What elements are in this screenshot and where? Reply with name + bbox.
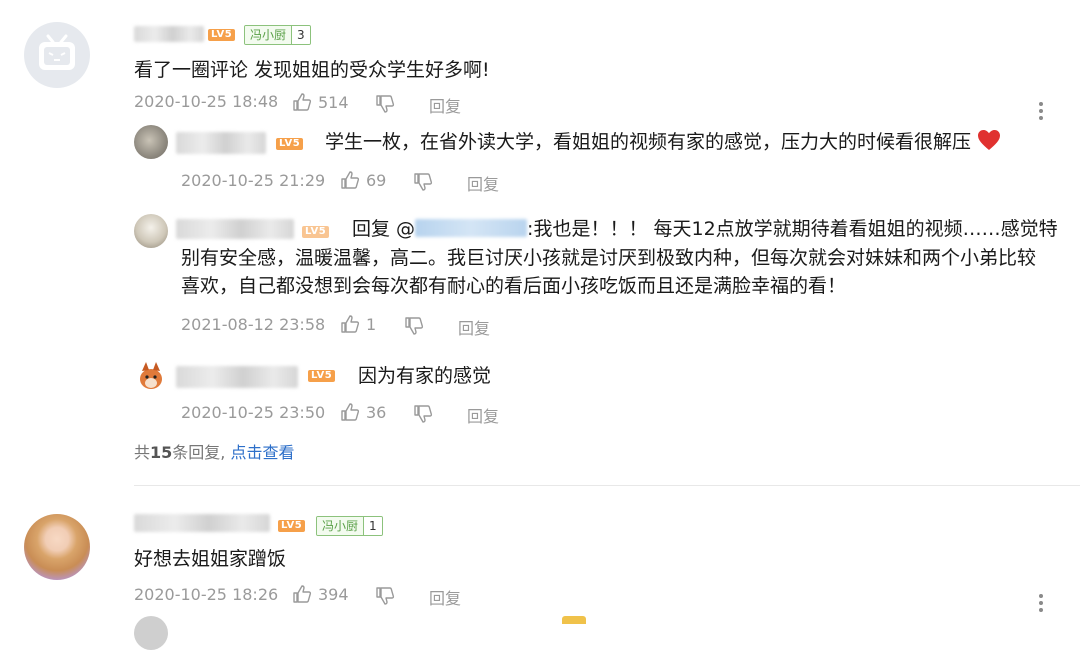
fan-badge[interactable]: 冯小厨 3 bbox=[244, 25, 311, 45]
thumb-down-icon[interactable] bbox=[375, 586, 395, 606]
level-badge: LV5 bbox=[302, 226, 330, 238]
reply-text: 学生一枚，在省外读大学，看姐姐的视频有家的感觉，压力大的时候看很解压 bbox=[325, 126, 1001, 158]
comment-divider bbox=[134, 485, 1080, 486]
username-redacted[interactable] bbox=[134, 26, 204, 42]
thumb-up-icon[interactable] bbox=[292, 92, 312, 112]
reply-text-content: :我也是！！！ 每天12点放学就期待着看姐姐的视频……感觉特 bbox=[527, 218, 1058, 240]
thumb-up-icon[interactable] bbox=[340, 170, 360, 190]
view-more-link[interactable]: 点击查看 bbox=[230, 443, 294, 462]
fan-badge-level: 3 bbox=[291, 26, 310, 44]
comment-text: 看了一圈评论 发现姐姐的受众学生好多啊! bbox=[134, 59, 490, 81]
more-vertical-icon[interactable] bbox=[1038, 594, 1044, 615]
username-redacted[interactable] bbox=[134, 514, 270, 532]
more-replies: 共15条回复, 点击查看 bbox=[134, 439, 294, 463]
fox-avatar-icon bbox=[140, 362, 162, 389]
thumb-up-icon[interactable] bbox=[292, 584, 312, 604]
comment-time: 2020-10-25 18:48 bbox=[134, 92, 279, 111]
thumb-down-icon[interactable] bbox=[404, 316, 424, 336]
thumb-down-icon[interactable] bbox=[375, 94, 395, 114]
more-vertical-icon[interactable] bbox=[1038, 102, 1044, 123]
more-replies-prefix: 共 bbox=[134, 443, 151, 462]
like-count: 394 bbox=[318, 585, 349, 604]
more-replies-count: 15 bbox=[150, 443, 173, 462]
like-count: 514 bbox=[318, 93, 349, 112]
reply-button[interactable]: 回复 bbox=[429, 585, 461, 609]
fan-badge-level: 1 bbox=[363, 517, 382, 535]
more-replies-suffix: 条回复, bbox=[172, 443, 226, 462]
fan-badge-name: 冯小厨 bbox=[317, 517, 364, 535]
reply-text-line1: 回复 @ :我也是！！！ 每天12点放学就期待着看姐姐的视频……感觉特 bbox=[352, 213, 1058, 245]
thumb-down-icon[interactable] bbox=[413, 404, 433, 424]
avatar[interactable] bbox=[24, 22, 90, 88]
reply-button[interactable]: 回复 bbox=[429, 93, 461, 117]
level-badge: LV5 bbox=[208, 29, 236, 41]
heart-icon bbox=[978, 130, 1001, 150]
avatar[interactable] bbox=[134, 359, 168, 393]
avatar[interactable] bbox=[134, 616, 168, 650]
username-redacted[interactable] bbox=[176, 132, 266, 154]
level-badge: LV5 bbox=[276, 138, 304, 150]
comment-time: 2021-08-12 23:58 bbox=[181, 315, 326, 334]
reply-button[interactable]: 回复 bbox=[458, 315, 490, 339]
mention-redacted[interactable] bbox=[415, 219, 528, 237]
tv-mascot-icon bbox=[39, 34, 75, 70]
thumb-up-icon[interactable] bbox=[340, 314, 360, 334]
level-badge: LV5 bbox=[278, 520, 306, 532]
comment-time: 2020-10-25 18:26 bbox=[134, 585, 279, 604]
thumb-up-icon[interactable] bbox=[340, 402, 360, 422]
comment-text: 好想去姐姐家蹭饭 bbox=[134, 548, 287, 570]
comment-time: 2020-10-25 21:29 bbox=[181, 171, 326, 190]
reply-button[interactable]: 回复 bbox=[467, 171, 499, 195]
like-count: 36 bbox=[366, 403, 387, 422]
username-redacted[interactable] bbox=[176, 366, 298, 388]
reply-prefix: 回复 @ bbox=[352, 218, 416, 240]
partial-badge bbox=[562, 616, 586, 624]
avatar[interactable] bbox=[24, 514, 90, 580]
reply-text: 因为有家的感觉 bbox=[358, 365, 492, 387]
fan-badge[interactable]: 冯小厨 1 bbox=[316, 516, 383, 536]
comment-time: 2020-10-25 23:50 bbox=[181, 403, 326, 422]
level-badge: LV5 bbox=[308, 370, 336, 382]
reply-text-line3: 喜欢，自己都没想到会每次都有耐心的看后面小孩吃饭而且还是满脸幸福的看！ bbox=[181, 275, 847, 297]
reply-text-content: 学生一枚，在省外读大学，看姐姐的视频有家的感觉，压力大的时候看很解压 bbox=[325, 131, 972, 153]
avatar[interactable] bbox=[134, 125, 168, 159]
fan-badge-name: 冯小厨 bbox=[245, 26, 292, 44]
username-redacted[interactable] bbox=[176, 219, 294, 239]
avatar[interactable] bbox=[134, 214, 168, 248]
thumb-down-icon[interactable] bbox=[413, 172, 433, 192]
like-count: 69 bbox=[366, 171, 387, 190]
like-count: 1 bbox=[366, 315, 377, 334]
reply-button[interactable]: 回复 bbox=[467, 403, 499, 427]
